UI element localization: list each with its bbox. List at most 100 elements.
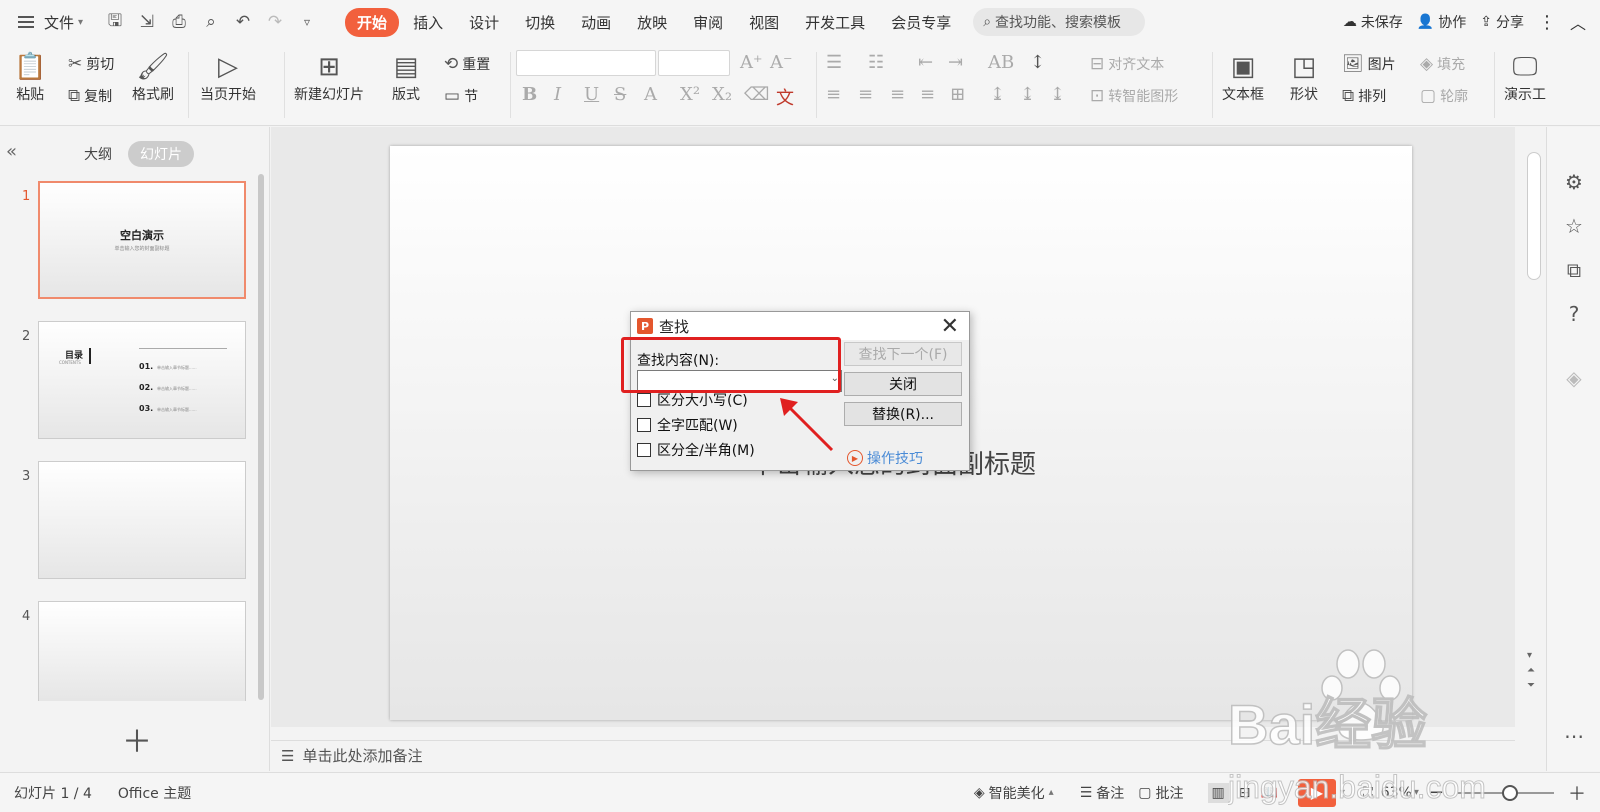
font-color-icon[interactable]: A bbox=[644, 84, 657, 105]
sort-icon[interactable]: ↕ bbox=[1030, 52, 1045, 73]
layout-button[interactable]: ▤ 版式 bbox=[392, 50, 420, 104]
tab-developer[interactable]: 开发工具 bbox=[793, 8, 877, 37]
theme-name[interactable]: Office 主题 bbox=[118, 783, 191, 803]
width-match-checkbox[interactable]: 区分全/半角(M) bbox=[637, 440, 755, 460]
bold-icon[interactable]: B bbox=[522, 84, 537, 105]
cut-button[interactable]: ✂ 剪切 bbox=[68, 54, 114, 74]
reset-button[interactable]: ⟲ 重置 bbox=[444, 54, 490, 74]
star-icon[interactable]: ☆ bbox=[1561, 213, 1587, 239]
collapse-ribbon-icon[interactable]: ︿ bbox=[1570, 10, 1586, 34]
tab-design[interactable]: 设计 bbox=[457, 8, 511, 37]
whole-word-checkbox[interactable]: 全字匹配(W) bbox=[637, 415, 738, 435]
tab-slideshow[interactable]: 放映 bbox=[625, 8, 679, 37]
paragraph-spacing-icon[interactable]: ↨ bbox=[1020, 84, 1035, 105]
next-slide-icon[interactable]: ⏷ bbox=[1527, 680, 1535, 691]
beautify-button[interactable]: ◈ 智能美化 ▴ bbox=[974, 783, 1054, 803]
match-case-checkbox[interactable]: 区分大小写(C) bbox=[637, 390, 748, 410]
notes-button[interactable]: ☰ 备注 bbox=[1080, 783, 1125, 803]
tab-transitions[interactable]: 切换 bbox=[513, 8, 567, 37]
new-slide-button[interactable]: ⊞ 新建幻灯片 bbox=[294, 50, 364, 104]
slide-thumbnail-3[interactable] bbox=[38, 461, 246, 579]
panel-scrollbar[interactable] bbox=[258, 174, 264, 700]
prev-slide-icon[interactable]: ⏶ bbox=[1527, 665, 1535, 676]
share-button[interactable]: ⇪ 分享 bbox=[1480, 12, 1524, 32]
smart-shape-button[interactable]: ⊡ 转智能图形 bbox=[1090, 86, 1178, 106]
slide-thumbnail-4[interactable] bbox=[38, 601, 246, 701]
find-next-button[interactable]: 查找下一个(F) bbox=[844, 342, 962, 366]
align-left-icon[interactable]: ≡ bbox=[826, 84, 841, 105]
underline-icon[interactable]: U bbox=[584, 84, 599, 105]
font-shrink-icon[interactable]: A⁻ bbox=[770, 52, 793, 73]
slide-thumbnail-2[interactable]: 目录 CONTENTS 01. 单击输入章节标题...... 02. 单击输入章… bbox=[38, 321, 246, 439]
increase-indent-icon[interactable]: ⇥ bbox=[948, 52, 963, 73]
text-box-button[interactable]: ▣ 文本框 bbox=[1222, 50, 1264, 104]
tab-slides[interactable]: 幻灯片 bbox=[128, 141, 194, 167]
align-text-button[interactable]: ⊟ 对齐文本 bbox=[1090, 54, 1164, 74]
outline-button[interactable]: ▢ 轮廓 bbox=[1420, 86, 1468, 106]
tab-review[interactable]: 审阅 bbox=[681, 8, 735, 37]
tab-member[interactable]: 会员专享 bbox=[879, 8, 963, 37]
export-icon[interactable]: ⇲ bbox=[133, 8, 161, 36]
fill-button[interactable]: ◈ 填充 bbox=[1420, 54, 1465, 74]
collapse-panel-icon[interactable]: « bbox=[6, 141, 17, 162]
print-icon[interactable]: ⎙ bbox=[165, 8, 193, 36]
properties-icon[interactable]: ⚙ bbox=[1561, 169, 1587, 195]
copy-button[interactable]: ⧉ 复制 bbox=[68, 86, 112, 106]
decrease-indent-icon[interactable]: ⇤ bbox=[918, 52, 933, 73]
unsaved-status[interactable]: ☁ 未保存 bbox=[1343, 12, 1403, 32]
paste-button[interactable]: 📋 粘贴 bbox=[14, 50, 46, 104]
comments-button[interactable]: ▢ 批注 bbox=[1138, 783, 1183, 803]
shape-button[interactable]: ◳ 形状 bbox=[1290, 50, 1318, 104]
slide-thumbnail-1[interactable]: 空白演示 单击输入您的封面副标题 bbox=[38, 181, 246, 299]
bullets-icon[interactable]: ☰ bbox=[826, 52, 842, 73]
tips-link[interactable]: ▶ 操作技巧 bbox=[847, 448, 923, 468]
redo-icon[interactable]: ↷ bbox=[261, 8, 289, 36]
save-icon[interactable]: 🖫 bbox=[101, 8, 129, 36]
column-spacing-icon[interactable]: ↨ bbox=[1050, 84, 1065, 105]
customize-icon[interactable]: ▿ bbox=[293, 8, 321, 36]
print-preview-icon[interactable]: ⌕ bbox=[197, 8, 225, 36]
arrange-button[interactable]: ⧉ 排列 bbox=[1342, 86, 1386, 106]
numbering-icon[interactable]: ☷ bbox=[868, 52, 884, 73]
close-button[interactable]: 关闭 bbox=[844, 372, 962, 396]
picture-button[interactable]: 🖼 图片 bbox=[1342, 54, 1396, 74]
checkbox-box[interactable] bbox=[637, 418, 651, 432]
phonetic-icon[interactable]: 文 bbox=[776, 84, 794, 110]
close-icon[interactable]: ✕ bbox=[941, 314, 959, 339]
align-right-icon[interactable]: ≡ bbox=[890, 84, 905, 105]
replace-button[interactable]: 替换(R)... bbox=[844, 402, 962, 426]
font-size-select[interactable] bbox=[658, 50, 730, 76]
tab-insert[interactable]: 插入 bbox=[401, 8, 455, 37]
tab-outline[interactable]: 大纲 bbox=[72, 141, 124, 167]
help-icon[interactable]: ? bbox=[1561, 301, 1587, 327]
play-from-current-button[interactable]: ▷ 当页开始 bbox=[200, 50, 256, 104]
scroll-down-icon[interactable]: ▾ bbox=[1527, 650, 1535, 661]
font-grow-icon[interactable]: A⁺ bbox=[740, 52, 763, 73]
canvas-scrollbar[interactable] bbox=[1527, 152, 1541, 280]
slides-icon[interactable]: ⧉ bbox=[1561, 257, 1587, 283]
italic-icon[interactable]: I bbox=[554, 84, 561, 105]
tab-home[interactable]: 开始 bbox=[345, 7, 400, 37]
text-case-icon[interactable]: AB bbox=[988, 52, 1014, 73]
distribute-icon[interactable]: ⊞ bbox=[950, 84, 965, 105]
cube-icon[interactable]: ◈ bbox=[1561, 365, 1587, 391]
align-center-icon[interactable]: ≡ bbox=[858, 84, 873, 105]
file-menu[interactable]: 文件 ▾ bbox=[18, 12, 83, 33]
collab-button[interactable]: 👤 协作 bbox=[1417, 12, 1466, 32]
checkbox-box[interactable] bbox=[637, 393, 651, 407]
justify-icon[interactable]: ≡ bbox=[920, 84, 935, 105]
clear-format-icon[interactable]: ⌫ bbox=[744, 84, 769, 105]
tab-view[interactable]: 视图 bbox=[737, 8, 791, 37]
subscript-icon[interactable]: X₂ bbox=[712, 84, 732, 105]
more-icon[interactable]: ⋯ bbox=[1561, 723, 1587, 749]
feature-search[interactable]: ⌕ 查找功能、搜索模板 bbox=[973, 8, 1146, 36]
line-spacing-icon[interactable]: ↨ bbox=[990, 84, 1005, 105]
zoom-in-icon[interactable]: ＋ bbox=[1568, 780, 1586, 806]
normal-view-icon[interactable]: ▥ bbox=[1207, 782, 1229, 803]
strikethrough-icon[interactable]: S bbox=[614, 84, 626, 105]
present-button[interactable]: 🖵 演示工 bbox=[1504, 50, 1546, 104]
format-painter-button[interactable]: 🖌 格式刷 bbox=[132, 50, 174, 104]
add-slide-icon[interactable]: ＋ bbox=[122, 717, 152, 761]
undo-icon[interactable]: ↶ bbox=[229, 8, 257, 36]
checkbox-box[interactable] bbox=[637, 443, 651, 457]
